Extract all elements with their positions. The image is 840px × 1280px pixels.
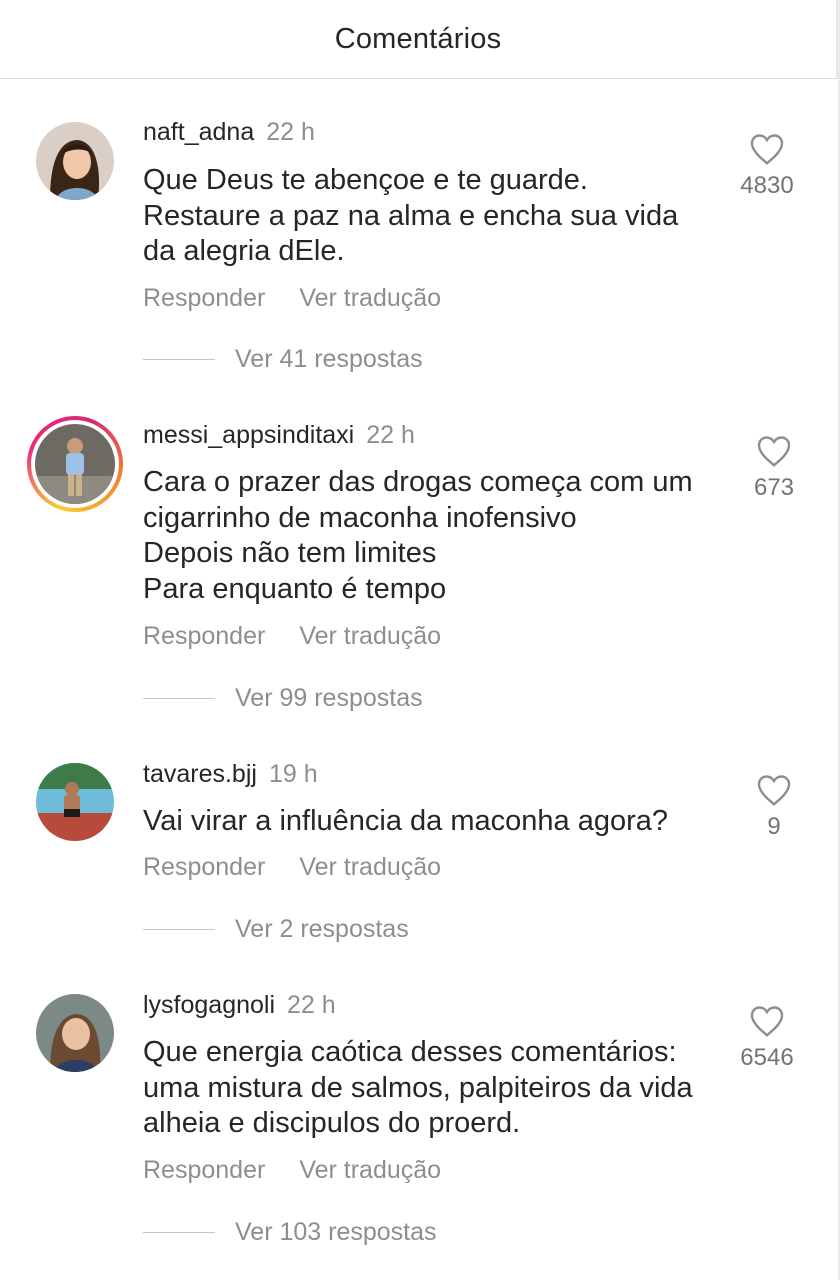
avatar	[35, 424, 115, 504]
heart-outline-icon[interactable]	[756, 434, 792, 468]
heart-outline-icon[interactable]	[749, 132, 785, 166]
story-ring[interactable]	[27, 416, 123, 512]
replies-divider-line	[143, 697, 215, 700]
comments-header: Comentários	[0, 0, 838, 79]
like-area: 6546	[727, 1004, 807, 1072]
comment-meta: naft_adna 22 h	[143, 118, 315, 147]
comment-text: Que Deus te abençoe e te guarde. Restaur…	[143, 164, 679, 267]
avatar[interactable]	[36, 994, 114, 1072]
comment-time: 22 h	[266, 118, 315, 146]
view-replies-label: Ver 103 respostas	[235, 1218, 437, 1246]
username-link[interactable]: naft_adna	[143, 118, 254, 146]
comment-actions: Responder Ver tradução	[143, 284, 441, 313]
reply-button[interactable]: Responder	[143, 1156, 265, 1185]
view-replies-label: Ver 41 respostas	[235, 345, 423, 373]
reply-button[interactable]: Responder	[143, 284, 265, 313]
view-replies-button[interactable]: Ver 41 respostas	[143, 345, 423, 374]
view-replies-label: Ver 2 respostas	[235, 915, 409, 943]
comment-meta: tavares.bjj 19 h	[143, 760, 318, 789]
reply-button[interactable]: Responder	[143, 853, 265, 882]
heart-outline-icon[interactable]	[756, 773, 792, 807]
like-area: 4830	[727, 132, 807, 200]
replies-divider-line	[143, 358, 215, 361]
reply-button[interactable]: Responder	[143, 622, 265, 651]
avatar[interactable]	[36, 763, 114, 841]
view-replies-button[interactable]: Ver 99 respostas	[143, 684, 423, 713]
comment-time: 22 h	[366, 421, 415, 449]
avatar[interactable]	[36, 122, 114, 200]
username-link[interactable]: messi_appsinditaxi	[143, 421, 354, 449]
comment-actions: Responder Ver tradução	[143, 853, 441, 882]
comment-text: Que energia caótica desses comentários: …	[143, 1036, 693, 1139]
comment-actions: Responder Ver tradução	[143, 622, 441, 651]
like-area: 9	[734, 773, 814, 841]
heart-outline-icon[interactable]	[749, 1004, 785, 1038]
see-translation-button[interactable]: Ver tradução	[299, 853, 441, 882]
username-link[interactable]: lysfogagnoli	[143, 991, 275, 1019]
comment-meta: messi_appsinditaxi 22 h	[143, 421, 415, 450]
comment-text: Cara o prazer das drogas começa com um c…	[143, 466, 693, 605]
see-translation-button[interactable]: Ver tradução	[299, 284, 441, 313]
page-title: Comentários	[334, 22, 502, 55]
comment-text: Vai virar a influência da maconha agora?	[143, 805, 669, 837]
replies-divider-line	[143, 1231, 215, 1234]
like-count: 9	[767, 813, 781, 840]
comment-time: 19 h	[268, 760, 318, 788]
see-translation-button[interactable]: Ver tradução	[299, 622, 441, 651]
replies-divider-line	[143, 928, 215, 931]
like-count: 6546	[740, 1044, 794, 1071]
view-replies-label: Ver 99 respostas	[235, 684, 423, 712]
comment-actions: Responder Ver tradução	[143, 1156, 441, 1185]
username-link[interactable]: tavares.bjj	[143, 760, 257, 788]
comment-time: 22 h	[287, 991, 336, 1019]
like-count: 673	[753, 474, 795, 501]
view-replies-button[interactable]: Ver 103 respostas	[143, 1218, 437, 1247]
like-count: 4830	[740, 172, 794, 199]
see-translation-button[interactable]: Ver tradução	[299, 1156, 441, 1185]
like-area: 673	[734, 434, 814, 502]
view-replies-button[interactable]: Ver 2 respostas	[143, 915, 409, 944]
comment-meta: lysfogagnoli 22 h	[143, 991, 336, 1020]
